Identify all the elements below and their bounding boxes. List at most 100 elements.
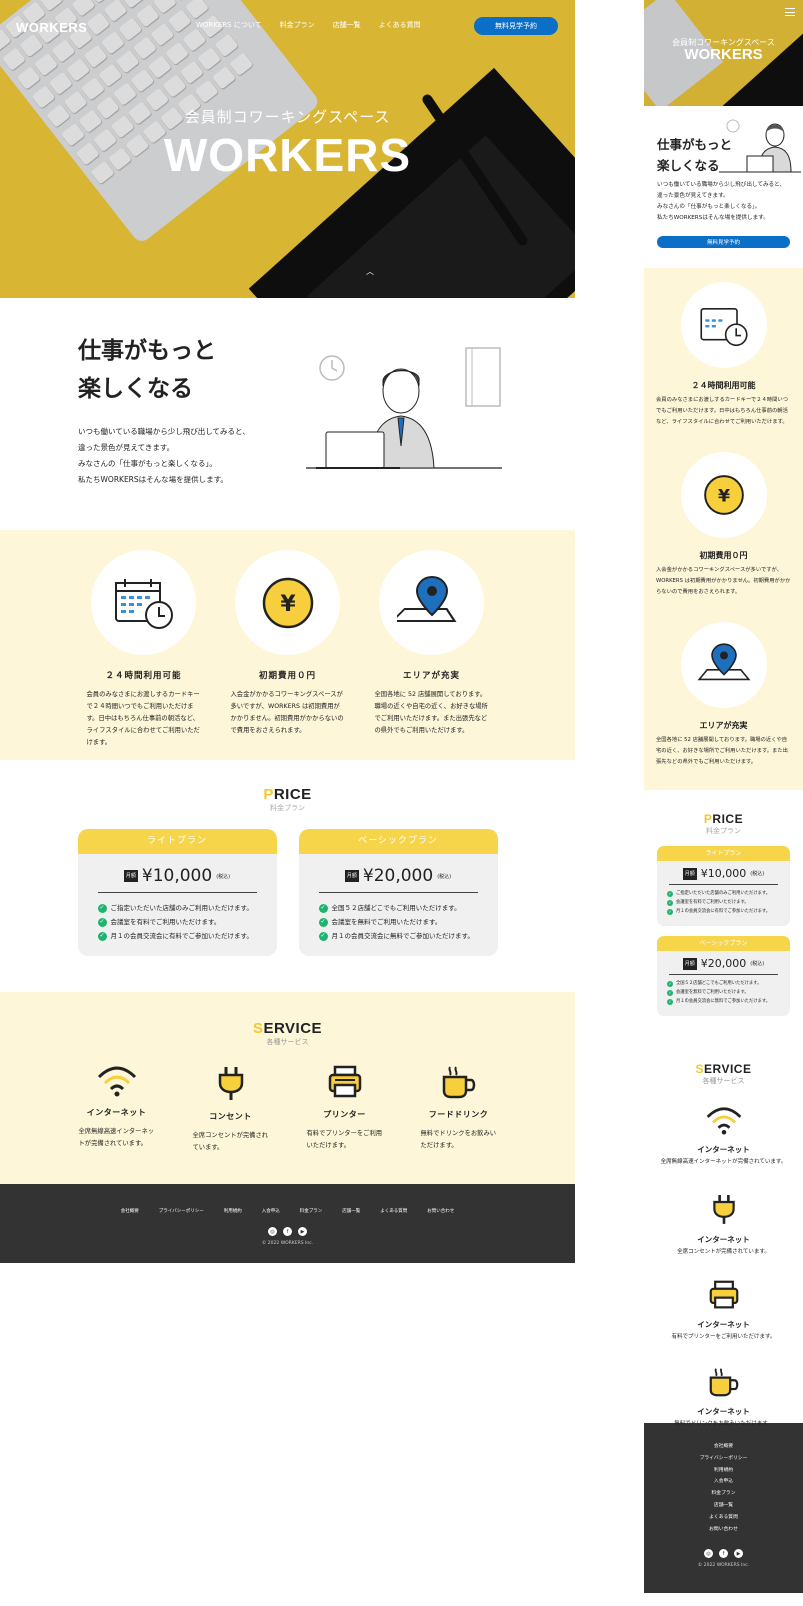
- mobile-reserve-button[interactable]: 無料見学予約: [657, 236, 790, 248]
- businessman-illustration: [306, 347, 502, 469]
- plan-feature: ✓ 会議室を無料でご利用いただけます。: [318, 915, 478, 929]
- service-item: インターネット 無料でドリンクをお飲みいただけます。: [644, 1347, 803, 1434]
- feature-card: ２４時間利用可能 会員のみなさまにお渡しするカードキーで２４時間いつでもご利用い…: [87, 550, 201, 760]
- footer-link[interactable]: 店舗一覧: [342, 1208, 360, 1214]
- price-heading: PRICE: [644, 790, 803, 826]
- instagram-icon[interactable]: ◎: [268, 1227, 277, 1236]
- mobile-service: SERVICE 各種サービス インターネット 全席無線高速インターネットが完備さ…: [644, 1040, 803, 1427]
- footer-link[interactable]: お問い合わせ: [644, 1524, 803, 1536]
- hamburger-menu-icon[interactable]: [785, 8, 795, 16]
- footer-link[interactable]: 利用規約: [224, 1208, 242, 1214]
- plan-name: ベーシックプラン: [657, 936, 790, 951]
- footer: 会社概要 プライバシーポリシー 利用規約 入会申込 料金プラン 店舗一覧 よくあ…: [0, 1184, 575, 1263]
- service-title: インターネット: [697, 1320, 750, 1329]
- heading-accent-letter: P: [263, 786, 274, 803]
- plan-name: ライトプラン: [657, 846, 790, 861]
- footer-link[interactable]: 会社概要: [644, 1441, 803, 1453]
- feature-card: ２４時間利用可能 会員のみなさまにお渡しするカードキーで２４時間いつでもご利用い…: [644, 282, 803, 452]
- check-icon: ✓: [318, 903, 328, 913]
- feature-icon-circle: ¥: [235, 550, 340, 655]
- intro-text: いつも働いている職場から少し飛び出してみると、 違った景色が見えてきます。 みな…: [78, 424, 250, 488]
- mobile-intro-text: いつも働いている職場から少し飛び出してみると、 違った景色が見えてきます。 みな…: [657, 180, 797, 224]
- service-heading: SERVICE: [644, 1040, 803, 1076]
- instagram-icon[interactable]: ◎: [704, 1549, 713, 1559]
- service-text: 全席無線高速インターネットが完備されています。: [660, 1159, 787, 1165]
- plan-card-light: ライトプラン 月額 ¥10,000 (税込) ✓ ご指定いただいた店舗のみご利用いただ…: [657, 846, 790, 926]
- feature-title: エリアが充実: [699, 721, 748, 730]
- nav-item-about[interactable]: WORKERS について: [196, 20, 262, 30]
- facebook-icon[interactable]: f: [283, 1227, 292, 1236]
- feature-text: 会員のみなさまにお渡しするカードキーで２４時間いつでもご利用いただけます。日中は…: [86, 691, 200, 746]
- intro-title-line2: 楽しくなる: [78, 376, 193, 402]
- footer-link[interactable]: プライバシーポリシー: [644, 1453, 803, 1465]
- service-title: フードドリンク: [428, 1110, 489, 1119]
- mobile-hero: 会員制コワーキングスペース WORKERS: [644, 0, 803, 106]
- feature-card: エリアが充実 全国各地に 52 店舗展開しております。職場の近くや自宅の近く、お…: [644, 622, 803, 792]
- scroll-up-icon[interactable]: ︿: [366, 266, 374, 277]
- plan-feature-text: ご指定いただいた店舗のみご利用いただけます。: [110, 904, 253, 912]
- youtube-icon[interactable]: ▶: [734, 1549, 743, 1559]
- mobile-intro: 仕事がもっと 楽しくなる いつも働いている職場から少し飛び出してみると、 違った景…: [644, 106, 803, 268]
- plan-feature: ✓ 月１の会員交流会に無料でご参加いただけます。: [667, 997, 780, 1006]
- youtube-icon[interactable]: ▶: [298, 1227, 307, 1236]
- service-text: 有料でプリンターをご利用いただけます。: [306, 1130, 383, 1149]
- feature-card: ¥ 初期費用０円 入会金がかかるコワーキングスペースが多いですが、WORKERS…: [231, 550, 345, 760]
- footer-link[interactable]: よくある質問: [380, 1208, 407, 1214]
- heading-accent-letter: S: [252, 1020, 264, 1037]
- intro-title-line1: 仕事がもっと: [657, 137, 733, 152]
- intro-line: いつも働いている職場から少し飛び出してみると、: [78, 427, 250, 436]
- footer-link[interactable]: 入会申込: [262, 1208, 280, 1214]
- nav-item-faq[interactable]: よくある質問: [379, 20, 421, 30]
- footer-link[interactable]: お問い合わせ: [427, 1208, 454, 1214]
- check-icon: ✓: [318, 931, 328, 941]
- feature-card: エリアが充実 全国各地に 52 店舗展開しております。職場の近くや自宅の近く、お…: [375, 550, 489, 760]
- nav-item-stores[interactable]: 店舗一覧: [333, 20, 361, 30]
- hero: WORKERS WORKERS について 料金プラン 店舗一覧 よくある質問 無…: [0, 0, 575, 298]
- plan-list: ライトプラン 月額 ¥10,000 (税込) ✓ ご指定いただいた店舗のみご利用いただ…: [0, 829, 575, 956]
- svg-text:¥: ¥: [280, 592, 296, 617]
- service-item: プリンター 有料でプリンターをご利用いただけます。: [307, 1065, 383, 1154]
- plan-card-basic: ベーシックプラン 月額 ¥20,000 (税込) ✓ 全国５２店舗どこでもご利用いただ…: [657, 936, 790, 1016]
- footer-link[interactable]: よくある質問: [644, 1512, 803, 1524]
- nav-item-price[interactable]: 料金プラン: [280, 20, 315, 30]
- plan-name: ライトプラン: [77, 829, 277, 854]
- feature-text: 入会金がかかるコワーキングスペースが多いですが、WORKERS は初期費用がかか…: [230, 691, 344, 734]
- mobile-footer: 会社概要 プライバシーポリシー 利用規約 入会申込 料金プラン 店舗一覧 よくあ…: [644, 1423, 803, 1593]
- footer-link[interactable]: 料金プラン: [300, 1208, 323, 1214]
- footer-link[interactable]: 利用規約: [644, 1465, 803, 1477]
- service-title: インターネット: [697, 1407, 750, 1416]
- feature-icon-circle: [680, 622, 767, 708]
- service-text: 無料でドリンクをお飲みいただけます。: [420, 1130, 497, 1149]
- plan-price: 月額 ¥10,000 (税込): [97, 866, 257, 893]
- heading-rest: ERVICE: [263, 1020, 323, 1037]
- tax-label: (税込): [750, 961, 765, 967]
- footer-link[interactable]: 入会申込: [644, 1476, 803, 1488]
- feature-icon-circle: [379, 550, 484, 655]
- check-icon: ✓: [667, 899, 673, 906]
- plan-feature-text: 会議室を無料でご利用いただけます。: [676, 990, 749, 995]
- footer-links: 会社概要 プライバシーポリシー 利用規約 入会申込 料金プラン 店舗一覧 よくあ…: [0, 1184, 575, 1214]
- feature-title: ２４時間利用可能: [691, 381, 756, 390]
- footer-link[interactable]: プライバシーポリシー: [159, 1208, 204, 1214]
- service-item: インターネット 有料でプリンターをご利用いただけます。: [644, 1260, 803, 1347]
- intro-title: 仕事がもっと 楽しくなる: [78, 332, 216, 408]
- plan-amount: ¥20,000: [700, 957, 747, 970]
- cup-icon: [442, 1066, 475, 1099]
- facebook-icon[interactable]: f: [719, 1549, 728, 1559]
- reserve-button[interactable]: 無料見学予約: [474, 17, 558, 35]
- plan-amount: ¥10,000: [141, 866, 213, 886]
- service-list: インターネット 全席無線高速インターネットが完備されています。 コンセント 全席…: [0, 1065, 575, 1154]
- service-title: コンセント: [209, 1112, 252, 1121]
- service-text: 全席無線高速インターネットが完備されています。: [78, 1128, 155, 1147]
- intro-line: 違った景色が見えてきます。: [657, 193, 729, 199]
- plan-feature-text: 月１の会員交流会に無料でご参加いただけます。: [676, 999, 771, 1004]
- plan-feature-text: 全国５２店舗どこでもご利用いただけます。: [331, 904, 461, 912]
- footer-link[interactable]: 店舗一覧: [644, 1500, 803, 1512]
- footer-link[interactable]: 会社概要: [121, 1208, 139, 1214]
- plan-feature-text: 会議室を有料でご利用いただけます。: [110, 918, 221, 926]
- footer-link[interactable]: 料金プラン: [644, 1488, 803, 1500]
- price-heading: PRICE: [0, 760, 575, 803]
- intro-title-line1: 仕事がもっと: [78, 338, 216, 364]
- service-item: フードドリンク 無料でドリンクをお飲みいただけます。: [421, 1065, 497, 1154]
- logo[interactable]: WORKERS: [16, 20, 87, 35]
